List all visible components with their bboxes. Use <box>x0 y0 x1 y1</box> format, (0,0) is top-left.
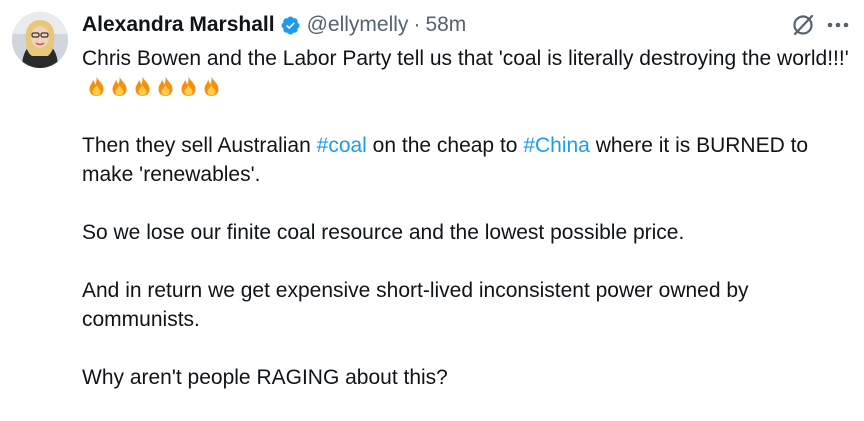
tweet-actions <box>790 12 850 38</box>
fire-icon <box>109 75 130 97</box>
hashtag-china-link[interactable]: #China <box>523 134 590 157</box>
hashtag-coal-link[interactable]: #coal <box>317 134 367 157</box>
fire-icon <box>201 75 222 97</box>
fire-emoji-row <box>86 75 222 97</box>
fire-icon <box>86 75 107 97</box>
tweet-body: Chris Bowen and the Labor Party tell us … <box>82 44 854 421</box>
tweet-paragraph: And in return we get expensive short-liv… <box>82 279 749 331</box>
tweet-text: Then they sell Australian <box>82 134 317 157</box>
tweet-paragraph: Chris Bowen and the Labor Party tell us … <box>82 44 854 102</box>
tweet-header: Alexandra Marshall @ellymelly · 58m <box>82 8 850 42</box>
author-handle[interactable]: @ellymelly <box>307 13 409 37</box>
verified-badge-icon[interactable] <box>280 15 301 36</box>
fire-icon <box>155 75 176 97</box>
separator-dot: · <box>413 13 421 36</box>
tweet-timestamp[interactable]: 58m <box>425 13 466 37</box>
tweet-paragraph: Why aren't people RAGING about this? <box>82 366 448 389</box>
tweet-paragraph: Then they sell Australian #coal on the c… <box>82 131 854 189</box>
author-avatar[interactable] <box>12 12 68 68</box>
fire-icon <box>132 75 153 97</box>
tweet-paragraph: So we lose our finite coal resource and … <box>82 221 685 244</box>
tweet: Alexandra Marshall @ellymelly · 58m Chri… <box>0 0 864 412</box>
fire-icon <box>178 75 199 97</box>
more-options-icon[interactable] <box>826 20 850 30</box>
tweet-text: on the cheap to <box>366 134 524 157</box>
grok-icon[interactable] <box>790 12 816 38</box>
author-name[interactable]: Alexandra Marshall <box>82 13 275 37</box>
tweet-text: Chris Bowen and the Labor Party tell us … <box>82 47 849 70</box>
